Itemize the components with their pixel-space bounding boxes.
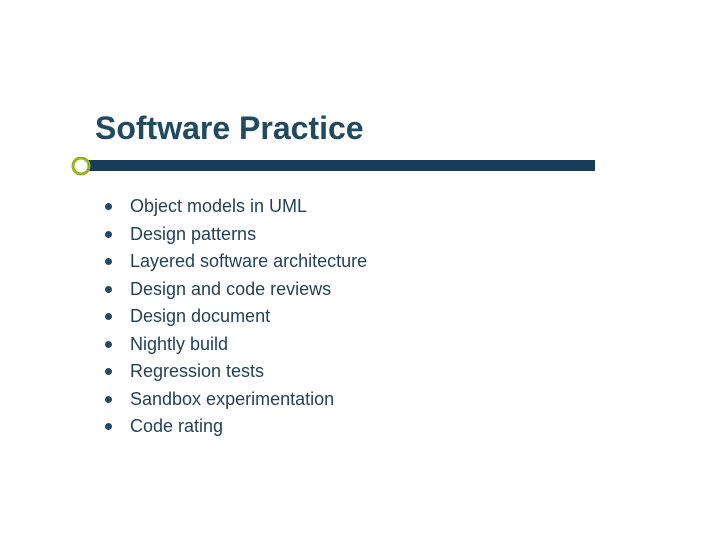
bullet-icon — [105, 423, 112, 430]
list-item-text: Sandbox experimentation — [130, 388, 334, 411]
list-item: Design document — [105, 305, 367, 328]
bullet-icon — [105, 368, 112, 375]
bullet-list: Object models in UML Design patterns Lay… — [105, 195, 367, 443]
slide-title: Software Practice — [95, 110, 364, 147]
list-item-text: Regression tests — [130, 360, 264, 383]
bullet-icon — [105, 258, 112, 265]
list-item-text: Design document — [130, 305, 270, 328]
list-item-text: Nightly build — [130, 333, 228, 356]
bullet-icon — [105, 341, 112, 348]
list-item: Design patterns — [105, 223, 367, 246]
list-item: Object models in UML — [105, 195, 367, 218]
list-item-text: Design and code reviews — [130, 278, 331, 301]
title-underline — [70, 157, 595, 175]
list-item-text: Layered software architecture — [130, 250, 367, 273]
list-item: Code rating — [105, 415, 367, 438]
list-item-text: Design patterns — [130, 223, 256, 246]
list-item-text: Object models in UML — [130, 195, 307, 218]
list-item: Layered software architecture — [105, 250, 367, 273]
slide: Software Practice Object models in UML D… — [0, 0, 720, 540]
bullet-icon — [105, 203, 112, 210]
bullet-icon — [105, 286, 112, 293]
list-item: Nightly build — [105, 333, 367, 356]
list-item-text: Code rating — [130, 415, 223, 438]
list-item: Design and code reviews — [105, 278, 367, 301]
bullet-icon — [105, 396, 112, 403]
bullet-icon — [105, 313, 112, 320]
list-item: Regression tests — [105, 360, 367, 383]
bullet-icon — [105, 231, 112, 238]
list-item: Sandbox experimentation — [105, 388, 367, 411]
